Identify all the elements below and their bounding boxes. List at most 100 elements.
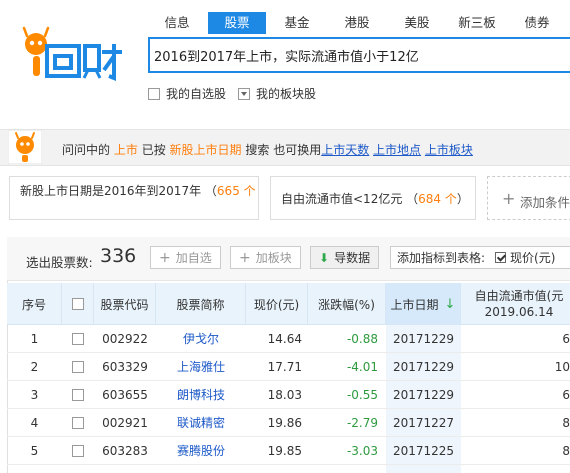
cell-price: 19.86 [267,416,302,430]
tab-bonds[interactable]: 债券 [508,12,566,34]
cell-listing-date: 20171229 [392,388,455,402]
add-to-watchlist-label: 加自选 [175,251,212,265]
condition-count: 684 个 [418,192,457,206]
cell-listing-date: 20171229 [392,360,455,374]
cell-stock-code: 603329 [102,360,148,374]
cell-price: 18.03 [267,388,302,402]
plus-icon: + [239,249,251,266]
download-icon: ⬇ [319,250,330,265]
col-header-price[interactable]: 现价(元) [246,283,308,325]
condition-text: 新股上市日期是2016年到2017年 [20,184,202,198]
cell-change: -4.01 [346,360,378,374]
add-column-label: 添加指标到表格: [397,251,486,265]
tab-funds[interactable]: 基金 [268,12,326,34]
float-cap-date: 2019.06.14 [484,305,554,319]
col-header-seq: 序号 [7,283,62,325]
select-all-checkbox[interactable] [71,298,84,310]
row-checkbox[interactable] [72,445,84,457]
my-sectors-label: 我的板块股 [256,87,317,101]
cell-stock-name[interactable]: 赛腾股份 [156,437,246,465]
export-data-button[interactable]: ⬇ 导数据 [310,246,380,269]
cell-stock-name[interactable]: 朗博科技 [156,381,246,409]
cell-listing-date: 20171225 [392,444,455,458]
cell-seq: 4 [30,416,39,430]
result-count: 336 [100,245,137,267]
cell-price: 14.64 [267,332,302,346]
cell-stock-name[interactable]: 联诚精密 [156,409,246,437]
tab-stocks[interactable]: 股票 [208,12,266,34]
col-header-float-cap[interactable]: 自由流通市值(元 2019.06.14 [461,283,570,325]
col-header-select-all [62,283,94,325]
cell-stock-name[interactable]: 上海雅仕 [156,353,246,381]
my-sectors-filter[interactable]: 我的板块股 [238,85,316,102]
iwencai-logo [22,26,122,81]
result-count-label: 选出股票数: [26,255,93,270]
add-to-sector-button[interactable]: + 加板块 [230,246,301,269]
float-cap-label: 自由流通市值(元 [474,289,564,303]
add-to-sector-label: 加板块 [255,251,292,265]
cell-stock-code: 603283 [102,444,148,458]
tab-us-stocks[interactable]: 美股 [388,12,446,34]
col-header-code[interactable]: 股票代码 [94,283,156,325]
condition-card[interactable]: 新股上市日期是2016年到2017年 （665 个 [9,176,259,220]
row-checkbox[interactable] [72,361,84,373]
category-tabs: 信息 股票 基金 港股 美股 新三板 债券 [148,12,568,34]
cell-price: 17.71 [267,360,302,374]
condition-text: 自由流通市值<12亿元 [281,192,403,206]
alt-link-listing-board[interactable]: 上市板块 [425,143,473,157]
cell-float-cap: 8 [562,416,570,430]
cell-change: -0.55 [346,388,378,402]
hint-alt: 搜索 也可换用 [245,143,322,157]
col-header-listing-date[interactable]: 上市日期 ↓ [386,283,461,325]
query-hint-text: 问问中的 上市 已按 新股上市日期 搜索 也可换用上市天数 上市地点 上市板块 [62,141,473,158]
plus-icon: + [159,249,171,266]
tab-hk-stocks[interactable]: 港股 [328,12,386,34]
row-checkbox[interactable] [72,417,84,429]
cell-stock-name[interactable]: 伊戈尔 [156,325,246,353]
row-checkbox[interactable] [72,333,84,345]
cell-change: -0.88 [346,332,378,346]
export-data-label: 导数据 [334,251,371,265]
row-checkbox[interactable] [72,389,84,401]
search-box [148,37,570,73]
cell-float-cap: 6 [562,388,570,402]
condition-count: 665 个 [216,184,256,198]
add-condition-label: 添加条件 [520,195,570,210]
current-price-checkbox[interactable] [495,252,507,263]
sort-down-arrow-icon: ↓ [444,296,456,312]
cell-seq: 3 [30,388,39,402]
cell-listing-date: 20171229 [392,332,455,346]
cell-change: -2.79 [346,416,378,430]
my-stocks-checkbox[interactable] [148,87,160,100]
add-to-watchlist-button[interactable]: + 加自选 [150,246,221,269]
add-column-selector[interactable]: 添加指标到表格: 现价(元) [390,246,570,269]
assistant-avatar-icon [8,130,42,164]
hint-prefix: 问问中的 [62,143,111,157]
listing-date-label: 上市日期 [390,297,439,312]
tab-news[interactable]: 信息 [148,12,206,34]
cell-float-cap: 6 [562,332,570,346]
hint-field: 新股上市日期 [169,143,242,157]
cell-seq: 5 [30,444,39,458]
hint-by: 已按 [141,143,166,157]
cell-change: -3.03 [346,444,378,458]
hint-term: 上市 [113,143,138,157]
condition-card[interactable]: 自由流通市值<12亿元 （684 个） [270,176,476,220]
cell-price: 19.85 [267,444,302,458]
search-input[interactable] [150,39,570,71]
my-stocks-label: 我的自选股 [166,87,227,101]
col-header-change[interactable]: 涨跌幅(%) [308,283,386,325]
tab-neeq[interactable]: 新三板 [448,12,506,34]
cell-listing-date: 20171227 [392,416,455,430]
my-stocks-filter[interactable]: 我的自选股 [148,85,226,102]
cell-seq: 2 [30,360,39,374]
alt-link-listing-days[interactable]: 上市天数 [321,143,369,157]
my-sectors-dropdown[interactable] [238,87,251,100]
cell-float-cap: 8 [562,444,570,458]
cell-stock-code: 002921 [102,416,148,430]
cell-stock-code: 002922 [102,332,148,346]
alt-link-listing-place[interactable]: 上市地点 [373,143,421,157]
cell-seq: 1 [30,332,39,346]
add-condition-button[interactable]: + 添加条件 [487,176,570,220]
col-header-name[interactable]: 股票简称 [156,283,246,325]
